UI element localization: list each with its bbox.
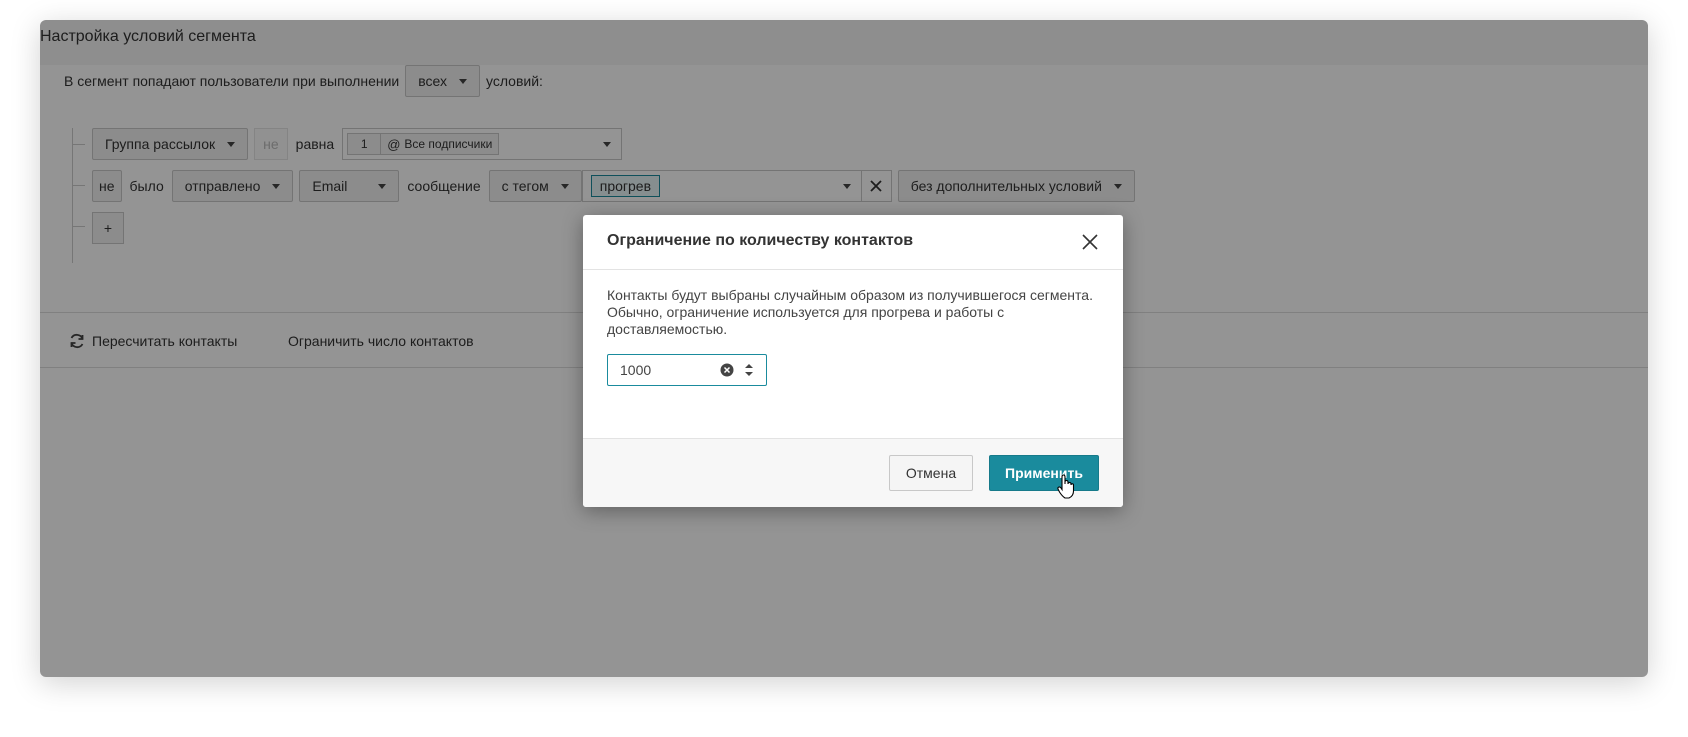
cancel-button[interactable]: Отмена — [889, 455, 973, 491]
clear-icon[interactable] — [720, 363, 734, 377]
spinner-icon[interactable] — [744, 363, 754, 377]
contact-limit-value: 1000 — [620, 362, 652, 378]
modal-header: Ограничение по количеству контактов — [583, 215, 1123, 270]
apply-button[interactable]: Применить — [989, 455, 1099, 491]
hand-cursor-icon — [1057, 474, 1075, 499]
modal-description: Контакты будут выбраны случайным образом… — [607, 287, 1093, 337]
modal-footer: Отмена Применить — [583, 438, 1123, 507]
contact-limit-input[interactable]: 1000 — [607, 354, 767, 386]
limit-modal: Ограничение по количеству контактов Конт… — [583, 215, 1123, 507]
close-icon[interactable] — [1079, 231, 1101, 253]
modal-title: Ограничение по количеству контактов — [607, 232, 914, 249]
